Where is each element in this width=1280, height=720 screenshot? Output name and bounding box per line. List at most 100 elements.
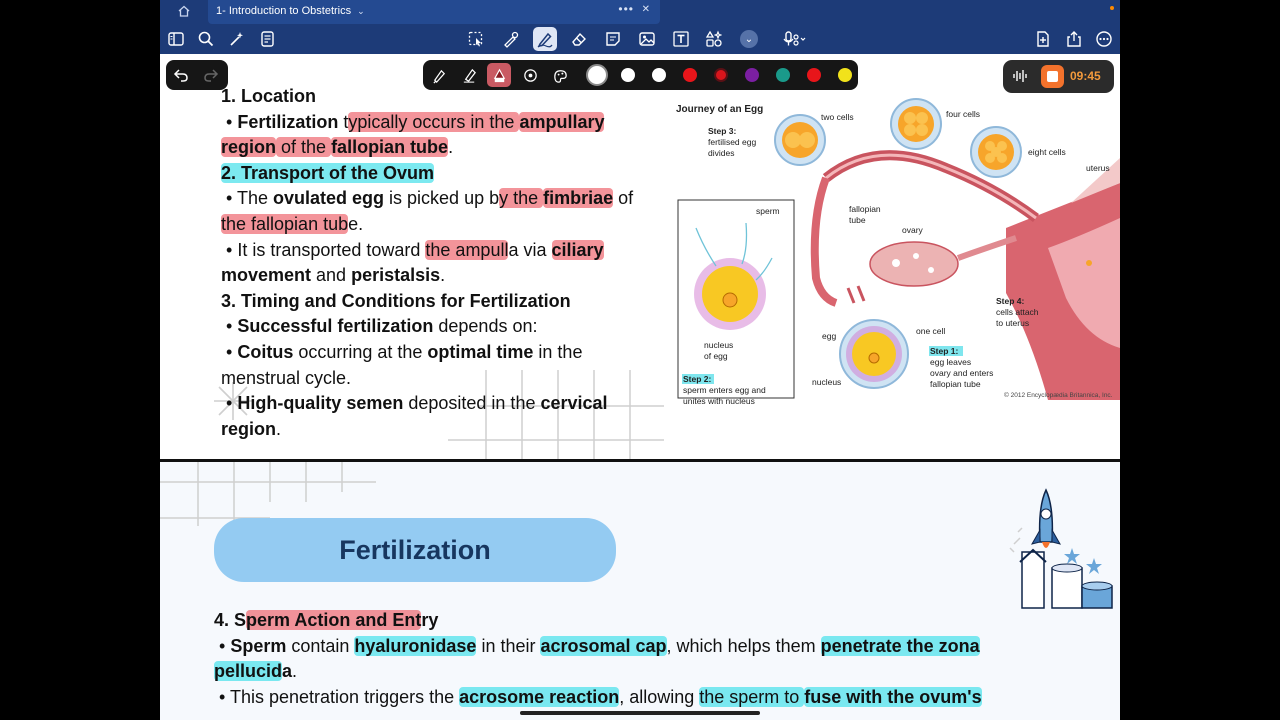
text-box-icon[interactable]	[669, 27, 693, 51]
text-line: • Successful fertilization depends on:	[226, 316, 538, 337]
share-icon[interactable]	[1062, 27, 1086, 51]
pen-icon[interactable]	[533, 27, 557, 51]
pen-settings-icon[interactable]	[548, 63, 572, 87]
label-nucleus-of-egg: of egg	[704, 351, 728, 361]
elements-icon[interactable]	[702, 27, 726, 51]
tab-options-icon[interactable]: •••	[618, 2, 634, 16]
label-step4: Step 4:	[996, 296, 1025, 306]
text-line: pellucida.	[214, 661, 298, 682]
document-title: 1- Introduction to Obstetrics ⌄	[216, 5, 365, 17]
redo-icon[interactable]	[202, 66, 220, 84]
color-swatch-purple[interactable]	[745, 68, 759, 82]
text-line: • The ovulated egg is picked up by the f…	[226, 188, 634, 209]
eraser-icon[interactable]	[567, 27, 591, 51]
label-step1: Step 1:	[930, 346, 959, 356]
color-swatch-teal[interactable]	[776, 68, 790, 82]
highlighter-icon[interactable]	[487, 63, 511, 87]
slide2-title: Fertilization	[339, 534, 491, 565]
more-icon[interactable]	[1092, 27, 1116, 51]
grid-decoration	[160, 462, 376, 526]
chevron-down-icon[interactable]: ⌄	[357, 6, 365, 17]
text-line: • This penetration triggers the acrosome…	[219, 686, 982, 707]
text-line: the fallopian tube.	[221, 213, 364, 234]
label-one-cell: one cell	[916, 326, 945, 336]
text-line: movement and peristalsis.	[221, 265, 446, 286]
text-line: • High-quality semen deposited in the ce…	[226, 393, 608, 414]
ballpoint-pen-icon[interactable]	[457, 63, 481, 87]
label-eight-cells: eight cells	[1028, 147, 1066, 157]
label-step4-desc: to uterus	[996, 318, 1029, 328]
image-icon[interactable]	[635, 27, 659, 51]
label-step1-desc: fallopian tube	[930, 379, 981, 389]
audio-waveform-icon[interactable]	[1011, 67, 1029, 85]
label-two-cells: two cells	[821, 112, 854, 122]
heading-transport: 2. Transport of the Ovum	[221, 162, 435, 183]
label-step2: Step 2:	[683, 374, 712, 384]
label-step4-desc: cells attach	[996, 307, 1039, 317]
recording-widget: 09:45	[1003, 60, 1114, 93]
label-step3-desc: divides	[708, 148, 734, 158]
label-step1-desc: egg leaves	[930, 357, 971, 367]
label-fallopian-tube: tube	[849, 215, 866, 225]
color-swatch-red[interactable]	[683, 68, 697, 82]
label-fallopian-tube: fallopian	[849, 204, 881, 214]
sidebar-icon[interactable]	[164, 27, 188, 51]
text-line: menstrual cycle.	[221, 367, 352, 388]
label-egg: egg	[822, 331, 836, 341]
fountain-pen-icon[interactable]	[427, 63, 451, 87]
document-tab[interactable]: 1- Introduction to Obstetrics ⌄ ••• ✕	[208, 0, 660, 24]
color-swatch-red[interactable]	[807, 68, 821, 82]
search-icon[interactable]	[194, 27, 218, 51]
close-tab-icon[interactable]: ✕	[642, 4, 650, 15]
document-list-icon[interactable]	[256, 27, 280, 51]
label-nucleus: nucleus	[812, 377, 841, 387]
new-page-icon[interactable]	[1031, 27, 1055, 51]
label-step3: Step 3:	[708, 126, 737, 136]
text-line: • Coitus occurring at the optimal time i…	[226, 341, 583, 362]
page-canvas[interactable]: 1. Location • Fertilization typically oc…	[160, 54, 1120, 720]
label-step2-desc: unites with nucleus	[683, 396, 755, 404]
stop-recording-button[interactable]	[1041, 65, 1064, 88]
text-line: region.	[221, 418, 282, 439]
laser-pointer-icon[interactable]	[518, 63, 542, 87]
label-uterus: uterus	[1086, 163, 1110, 173]
slide1-text: 1. Location • Fertilization typically oc…	[221, 84, 671, 442]
label-nucleus-of-egg: nucleus	[704, 340, 733, 350]
copyright-text: © 2012 Encyclopædia Britannica, Inc.	[1004, 391, 1113, 399]
title-bar: 1- Introduction to Obstetrics ⌄ ••• ✕	[160, 0, 1120, 24]
text-line: • Sperm contain hyaluronidase in their a…	[219, 635, 980, 656]
slide2-text: 4. Sperm Action and Entry • Sperm contai…	[214, 608, 1094, 710]
home-icon[interactable]	[177, 4, 191, 18]
home-indicator[interactable]	[520, 711, 760, 715]
heading-sperm-action: 4. Sperm Action and Entry	[214, 610, 439, 630]
magic-icon[interactable]	[225, 27, 249, 51]
color-swatch-white-large[interactable]	[586, 64, 608, 86]
microphone-icon[interactable]	[778, 27, 810, 51]
label-sperm: sperm	[756, 206, 780, 216]
undo-redo-bar	[166, 60, 228, 90]
undo-icon[interactable]	[172, 66, 190, 84]
recording-time: 09:45	[1070, 69, 1101, 83]
stop-icon	[1047, 71, 1058, 82]
status-dot	[1110, 6, 1114, 10]
figure-title: Journey of an Egg	[676, 104, 763, 115]
pen-toolbar	[423, 60, 858, 90]
color-swatch-yellow[interactable]	[838, 68, 852, 82]
color-swatch-white[interactable]	[621, 68, 635, 82]
label-step1-desc: ovary and enters	[930, 368, 993, 378]
more-tools-chevron-icon[interactable]: ⌄	[740, 30, 758, 48]
text-line: • Fertilization typically occurs in the …	[226, 111, 605, 132]
slide2: Fertilization 4. Sperm Action and Entry	[160, 462, 1120, 720]
text-line: • It is transported toward the ampulla v…	[226, 239, 604, 260]
label-ovary: ovary	[902, 225, 924, 235]
color-swatch-red-selected[interactable]	[714, 68, 728, 82]
rocket-illustration	[1009, 488, 1113, 609]
journey-of-egg-figure: Journey of an Egg Step 3: fertilised egg…	[676, 98, 1120, 404]
ovary-shape	[869, 241, 959, 287]
color-swatch-white[interactable]	[652, 68, 666, 82]
lasso-select-icon[interactable]	[464, 27, 488, 51]
label-step3-desc: fertilised egg	[708, 137, 756, 147]
shapes-icon[interactable]	[499, 27, 523, 51]
sticky-note-icon[interactable]	[601, 27, 625, 51]
text-line: region of the fallopian tube.	[221, 137, 454, 158]
